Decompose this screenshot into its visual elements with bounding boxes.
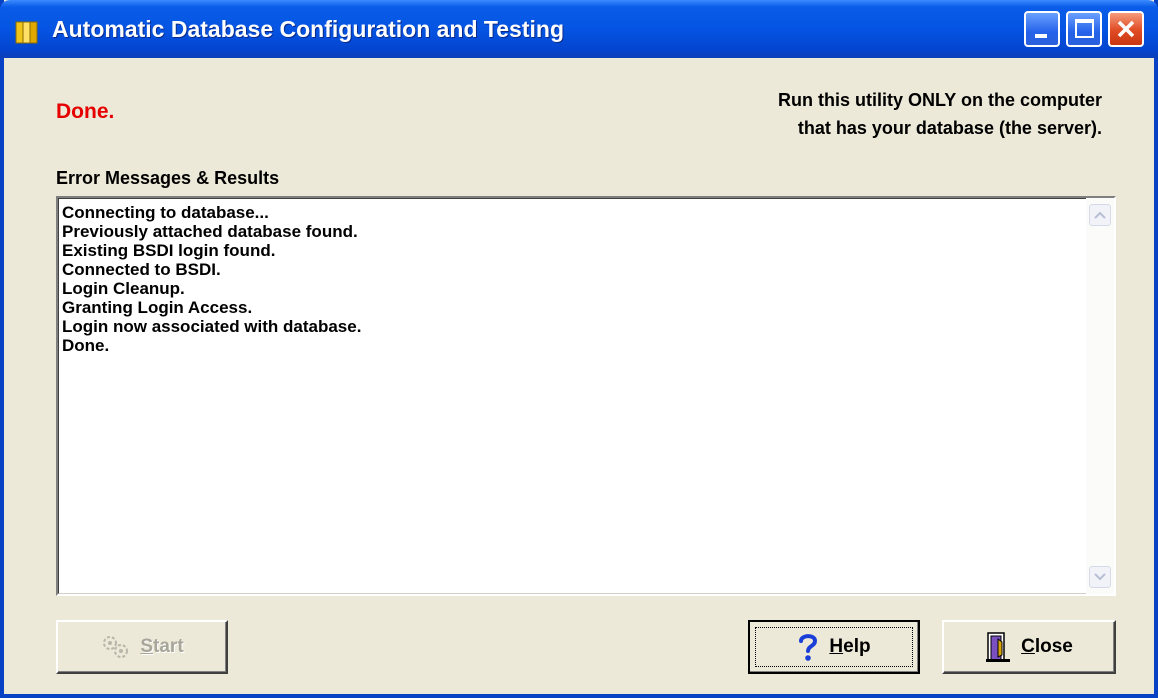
- maximize-button[interactable]: [1066, 11, 1102, 47]
- server-warning: Run this utility ONLY on the computer th…: [502, 86, 1102, 142]
- results-log: Connecting to database... Previously att…: [62, 203, 361, 355]
- warning-line-2: that has your database (the server).: [797, 118, 1102, 138]
- help-button[interactable]: Help: [748, 620, 920, 674]
- close-button[interactable]: Close: [942, 620, 1116, 674]
- vertical-scrollbar[interactable]: [1086, 198, 1114, 594]
- dialog-window: Automatic Database Configuration and Tes…: [0, 0, 1158, 698]
- log-line: Connected to BSDI.: [62, 260, 221, 279]
- maximize-icon: [1075, 19, 1094, 38]
- window-title: Automatic Database Configuration and Tes…: [52, 16, 564, 42]
- log-line: Login now associated with database.: [62, 317, 362, 336]
- log-line: Connecting to database...: [62, 203, 269, 222]
- chevron-up-icon: [1094, 211, 1106, 219]
- log-line: Login Cleanup.: [62, 279, 185, 298]
- close-icon: [1117, 20, 1135, 38]
- close-window-button[interactable]: [1108, 11, 1144, 47]
- start-button[interactable]: Start: [56, 620, 228, 674]
- chevron-down-icon: [1094, 573, 1106, 581]
- log-line: Done.: [62, 336, 110, 355]
- focus-rectangle: [755, 627, 913, 667]
- start-label: Start: [140, 636, 184, 657]
- scroll-down-button[interactable]: [1089, 566, 1111, 588]
- log-line: Previously attached database found.: [62, 222, 358, 241]
- minimize-icon: [1035, 34, 1047, 38]
- gears-icon: [103, 636, 129, 658]
- exit-door-icon: [986, 632, 1011, 662]
- scroll-up-button[interactable]: [1089, 204, 1111, 226]
- warning-line-1: Run this utility ONLY on the computer: [777, 90, 1102, 110]
- title-bar[interactable]: Automatic Database Configuration and Tes…: [0, 0, 1158, 58]
- log-line: Existing BSDI login found.: [62, 241, 276, 260]
- log-line: Granting Login Access.: [62, 298, 253, 317]
- minimize-button[interactable]: [1024, 11, 1060, 47]
- results-textbox[interactable]: Connecting to database... Previously att…: [56, 196, 1116, 596]
- status-text: Done.: [56, 100, 115, 123]
- app-icon: [15, 21, 38, 44]
- results-label: Error Messages & Results: [56, 168, 280, 188]
- close-label: Close: [1021, 636, 1073, 657]
